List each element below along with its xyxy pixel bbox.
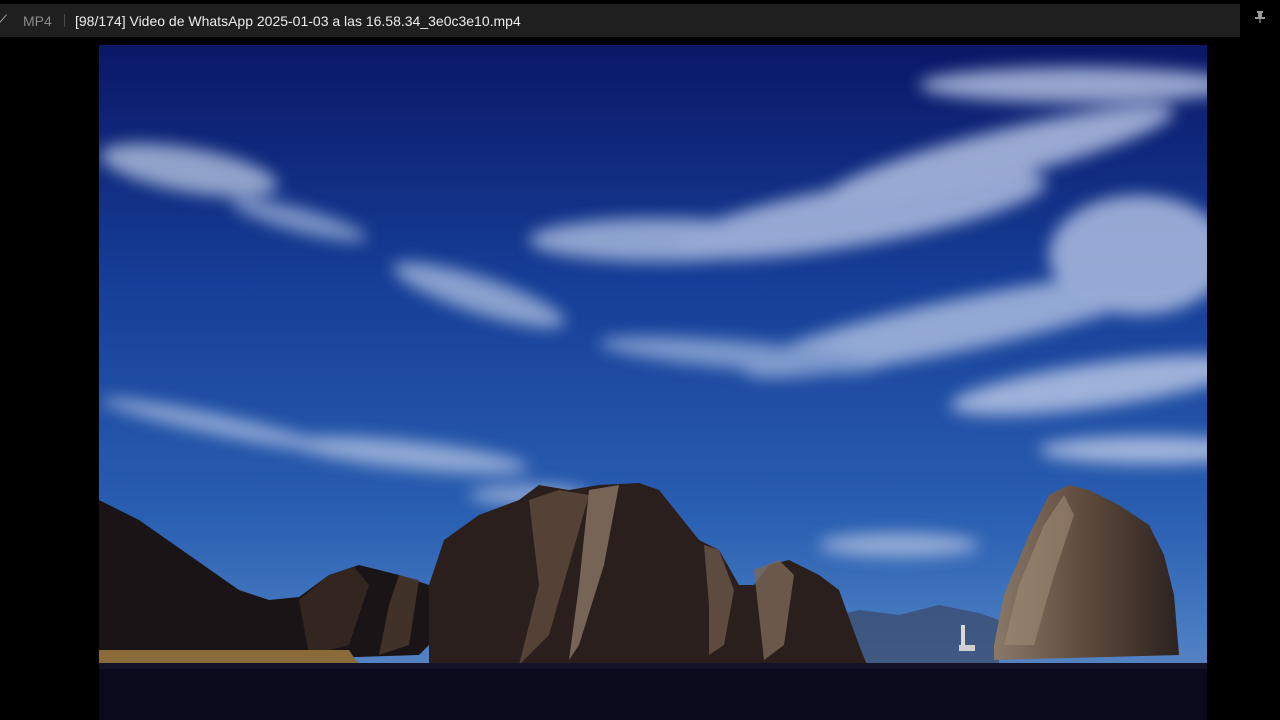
pin-button[interactable] xyxy=(1250,10,1270,30)
video-image xyxy=(99,45,1207,720)
video-frame[interactable] xyxy=(99,45,1207,720)
pin-icon xyxy=(1255,11,1265,23)
title-divider xyxy=(64,14,65,27)
format-label: MP4 xyxy=(23,13,52,29)
title-bar: ⟋ MP4 [98/174] Video de WhatsApp 2025-01… xyxy=(0,0,1280,40)
title-bar-strip: ⟋ MP4 [98/174] Video de WhatsApp 2025-01… xyxy=(0,4,1240,37)
back-arrow-icon[interactable]: ⟋ xyxy=(0,12,7,28)
file-title: [98/174] Video de WhatsApp 2025-01-03 a … xyxy=(75,13,521,29)
